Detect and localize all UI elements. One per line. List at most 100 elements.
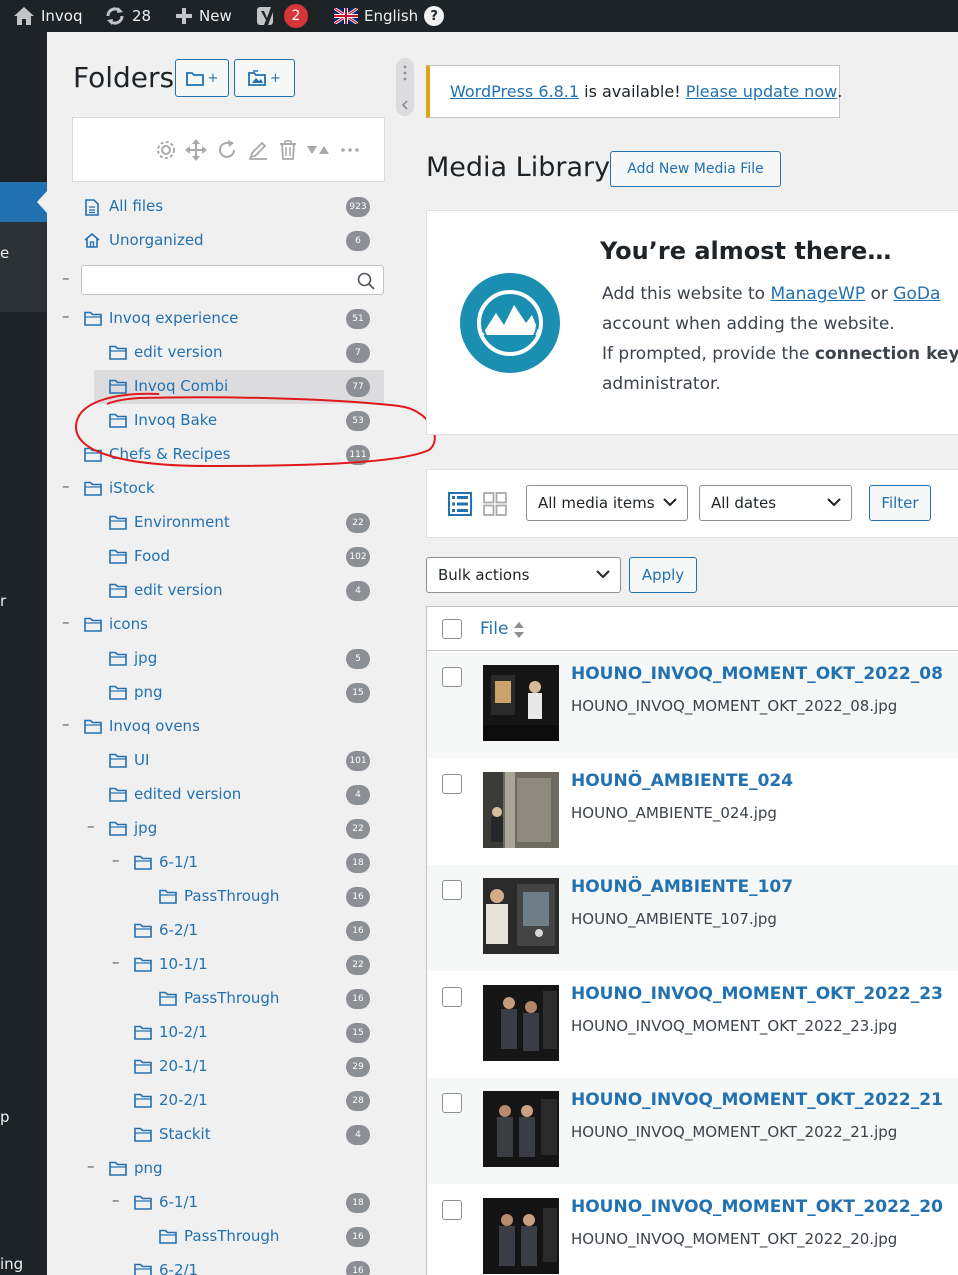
row-checkbox[interactable] [442,1199,462,1220]
folder-item[interactable]: PassThrough 16 [47,880,392,914]
table-row[interactable]: HOUNO_INVOQ_MOMENT_OKT_2022_08 HOUNO_INVO… [427,652,958,758]
media-title-link[interactable]: HOUNO_INVOQ_MOMENT_OKT_2022_21 [571,1090,943,1110]
folder-item[interactable]: PassThrough 16 [47,982,392,1016]
help-icon[interactable]: ? [424,6,445,26]
row-checkbox[interactable] [442,880,462,900]
site-name-link[interactable]: Invoq [13,0,83,32]
move-icon[interactable] [184,138,208,162]
sort-arrows-icon[interactable] [513,619,525,641]
folder-item[interactable]: – 6-1/1 18 [47,846,392,880]
managewp-link[interactable]: ManageWP [770,284,865,304]
folder-item[interactable]: Environment 22 [47,506,392,540]
media-thumbnail[interactable] [483,1197,559,1274]
folder-collapse-toggle[interactable]: – [62,613,70,631]
media-title-link[interactable]: HOUNO_INVOQ_MOMENT_OKT_2022_08 [571,664,943,684]
folder-item[interactable]: png 15 [47,676,392,710]
select-all-checkbox[interactable] [442,619,462,639]
folder-item[interactable]: 6-2/1 16 [47,1254,392,1275]
collapse-all-toggle[interactable]: – [62,269,70,287]
folder-collapse-toggle[interactable]: – [62,477,70,495]
folder-item[interactable]: 20-2/1 28 [47,1084,392,1118]
file-column-header[interactable]: File [480,619,508,639]
refresh-icon[interactable] [215,138,239,162]
sort-icon[interactable] [306,138,330,162]
add-new-media-button[interactable]: Add New Media File [610,151,781,187]
media-thumbnail[interactable] [483,771,559,848]
unorganized-item[interactable]: Unorganized 6 [47,224,392,258]
folder-item[interactable]: – Invoq ovens [47,710,392,744]
folder-collapse-toggle[interactable]: – [112,851,120,869]
media-thumbnail[interactable] [483,878,559,954]
table-row[interactable]: HOUNÖ_AMBIENTE_024 HOUNO_AMBIENTE_024.jpg [427,759,958,865]
pencil-icon[interactable] [246,138,270,162]
menu-label-fragment[interactable]: r [0,592,6,610]
folder-collapse-toggle[interactable]: – [112,1191,120,1209]
folder-item[interactable]: PassThrough 16 [47,1220,392,1254]
folder-collapse-toggle[interactable]: – [87,1157,95,1175]
update-now-link[interactable]: Please update now [686,82,837,101]
folder-item[interactable]: UI 101 [47,744,392,778]
yoast-link[interactable]: 2 [256,0,308,32]
media-title-link[interactable]: HOUNO_INVOQ_MOMENT_OKT_2022_23 [571,984,943,1004]
media-thumbnail[interactable] [483,1091,559,1167]
gear-icon[interactable] [154,138,178,162]
folder-item[interactable]: 10-2/1 15 [47,1016,392,1050]
folder-item[interactable]: 6-2/1 16 [47,914,392,948]
folder-item[interactable]: – 10-1/1 22 [47,948,392,982]
row-checkbox[interactable] [442,667,462,687]
list-view-icon[interactable] [448,492,472,516]
new-content-link[interactable]: New [175,0,232,32]
trash-icon[interactable] [276,138,300,162]
folder-collapse-toggle[interactable]: – [87,817,95,835]
folder-item[interactable]: Food 102 [47,540,392,574]
dates-select[interactable]: All dates [699,485,852,521]
godaddy-link[interactable]: GoDa [893,284,940,304]
folder-item[interactable]: edited version 4 [47,778,392,812]
unorganized-label: Unorganized [109,231,204,249]
folder-collapse-toggle[interactable]: – [62,715,70,733]
new-folder-button[interactable]: + [175,59,229,97]
folder-item[interactable]: Stackit 4 [47,1118,392,1152]
updates-link[interactable]: 28 [104,0,151,32]
menu-label-fragment[interactable]: e [0,244,9,262]
folder-item[interactable]: – png [47,1152,392,1186]
row-checkbox[interactable] [442,1093,462,1113]
media-title-link[interactable]: HOUNÖ_AMBIENTE_024 [571,771,793,791]
menu-label-fragment[interactable]: ing [0,1255,23,1273]
sidebar-resize-handle[interactable] [396,58,414,116]
row-checkbox[interactable] [442,773,462,794]
folder-search-input[interactable] [82,266,352,294]
media-thumbnail[interactable] [483,984,559,1061]
apply-button[interactable]: Apply [629,557,697,593]
folder-item[interactable]: jpg 5 [47,642,392,676]
grid-view-icon[interactable] [483,492,507,516]
menu-label-fragment[interactable]: p [0,1108,10,1126]
folder-item[interactable]: 20-1/1 29 [47,1050,392,1084]
table-row[interactable]: HOUNO_INVOQ_MOMENT_OKT_2022_23 HOUNO_INVO… [427,972,958,1078]
all-files-item[interactable]: All files 923 [47,190,392,224]
folder-item[interactable]: – Invoq experience 51 [47,302,392,336]
wordpress-version-link[interactable]: WordPress 6.8.1 [450,82,579,101]
media-thumbnail[interactable] [483,665,559,741]
table-row[interactable]: HOUNO_INVOQ_MOMENT_OKT_2022_20 HOUNO_INVO… [427,1185,958,1275]
filter-button[interactable]: Filter [869,485,931,521]
new-category-button[interactable]: + [234,59,295,97]
search-icon[interactable] [357,272,375,290]
folder-collapse-toggle[interactable]: – [62,307,70,325]
folder-item[interactable]: – 6-1/1 18 [47,1186,392,1220]
media-title-link[interactable]: HOUNO_INVOQ_MOMENT_OKT_2022_20 [571,1197,943,1217]
more-icon[interactable] [338,138,362,162]
table-row[interactable]: HOUNÖ_AMBIENTE_107 HOUNO_AMBIENTE_107.jpg [427,865,958,971]
folder-item[interactable]: edit version 4 [47,574,392,608]
table-row[interactable]: HOUNO_INVOQ_MOMENT_OKT_2022_21 HOUNO_INVO… [427,1078,958,1184]
folder-item[interactable]: – jpg 22 [47,812,392,846]
row-checkbox[interactable] [442,986,462,1007]
folder-item[interactable]: edit version 7 [47,336,392,370]
folder-collapse-toggle[interactable]: – [112,953,120,971]
folder-item[interactable]: – icons [47,608,392,642]
media-title-link[interactable]: HOUNÖ_AMBIENTE_107 [571,877,793,897]
promo-line1-or: or [865,284,894,304]
media-type-select[interactable]: All media items [526,485,688,521]
bulk-actions-select[interactable]: Bulk actions [426,557,621,593]
language-switcher[interactable]: English ? [334,0,445,32]
